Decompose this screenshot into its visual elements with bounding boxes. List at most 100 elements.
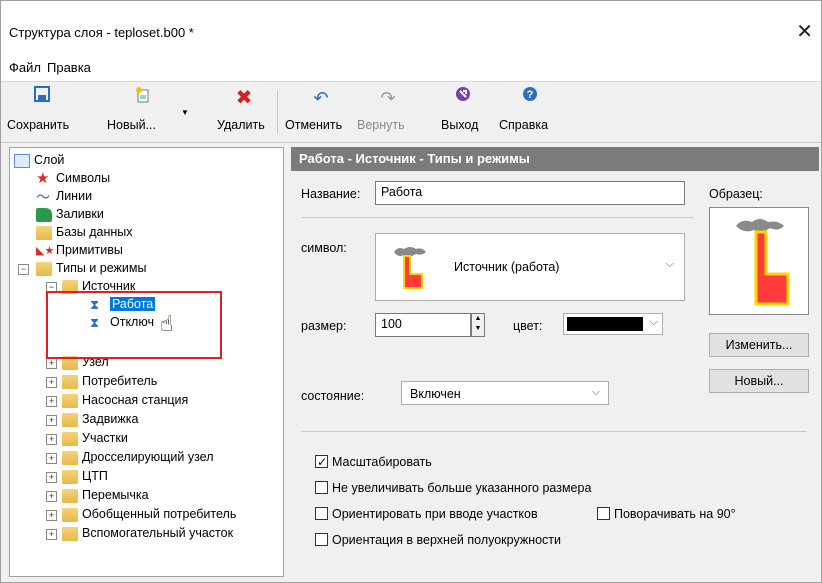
exit-icon (441, 86, 485, 110)
source-symbol-large-icon (736, 219, 790, 306)
tree-item-symbols[interactable]: ★ Символы (36, 168, 110, 188)
help-button[interactable]: ? Справка (499, 86, 561, 138)
save-button[interactable]: Сохранить (7, 86, 77, 138)
checkbox-box (315, 507, 328, 521)
help-icon: ? (499, 86, 561, 110)
orient-upper-checkbox[interactable]: Ориентация в верхней полуокружности (315, 531, 561, 549)
save-icon (7, 86, 77, 110)
folder-filter-icon (62, 488, 78, 503)
new-button[interactable]: Новый... (107, 86, 179, 138)
new-document-icon (107, 86, 179, 110)
properties-panel: Работа - Источник - Типы и режимы Назван… (291, 147, 819, 577)
folder-filter-icon (62, 469, 78, 484)
orient-input-checkbox[interactable]: Ориентировать при вводе участков (315, 505, 538, 523)
expand-node-icon[interactable]: + (46, 358, 57, 369)
checkmark-icon: ✓ (317, 455, 328, 470)
redo-button[interactable]: ↷ Вернуть (357, 86, 419, 138)
tree-item-ctp[interactable]: ЦТП (62, 466, 108, 486)
no-enlarge-checkbox[interactable]: Не увеличивать больше указанного размера (315, 479, 591, 497)
color-select[interactable]: ⌵ (563, 313, 663, 335)
toolbar-separator (277, 90, 278, 134)
tree-item-jumper[interactable]: Перемычка (62, 485, 149, 505)
folder-filter-icon (62, 507, 78, 522)
folder-filter-icon (62, 374, 78, 389)
expand-jumper-icon[interactable]: + (46, 491, 57, 502)
tree-item-consumer[interactable]: Потребитель (62, 371, 157, 391)
state-select[interactable]: Включен ⌵ (401, 381, 609, 405)
size-field[interactable]: 100 (375, 313, 471, 337)
folder-filter-icon (62, 450, 78, 465)
change-button[interactable]: Изменить... (709, 333, 809, 357)
menu-bar: Файл Правка (1, 53, 821, 82)
primitives-icon: ◣★ (36, 244, 55, 257)
folder-line-icon (62, 431, 78, 446)
close-icon[interactable]: ✕ (796, 19, 813, 44)
chevron-down-icon: ⌵ (649, 316, 658, 328)
symbol-select[interactable]: Источник (работа) ⌵ (375, 233, 685, 301)
toolbar: Сохранить Новый... ▼ ✖ Удалить ↶ Отменит… (1, 82, 821, 143)
delete-icon: ✖ (235, 87, 253, 109)
title-bar: Структура слоя - teploset.b00 * ✕ (1, 1, 821, 53)
checkbox-box (315, 481, 328, 495)
color-label: цвет: (513, 319, 543, 333)
exit-button[interactable]: Выход (441, 86, 485, 138)
collapse-types-icon[interactable]: − (18, 264, 29, 275)
tree-item-fills[interactable]: Заливки (36, 204, 104, 224)
expand-sections-icon[interactable]: + (46, 434, 57, 445)
dropdown-arrow-icon[interactable]: ▼ (181, 108, 189, 117)
database-icon (36, 225, 52, 240)
tree-item-pump[interactable]: Насосная станция (62, 390, 188, 410)
tree-item-aux-section[interactable]: Вспомогательный участок (62, 523, 233, 543)
symbol-value: Источник (работа) (454, 260, 560, 274)
new-sample-button[interactable]: Новый... (709, 369, 809, 393)
layer-tree[interactable]: Слой ★ Символы 〜 Линии Заливки Базы данных… (9, 147, 284, 577)
tree-item-primitives[interactable]: ◣★ Примитивы (36, 240, 123, 260)
scale-checkbox[interactable]: ✓ Масштабировать (315, 453, 432, 471)
redo-icon: ↷ (380, 88, 396, 108)
highlight-box (46, 291, 222, 359)
tree-item-valve[interactable]: Задвижка (62, 409, 138, 429)
state-value: Включен (410, 387, 461, 401)
folder-filter-icon (62, 412, 78, 427)
tree-item-general-consumer[interactable]: Обобщенный потребитель (62, 504, 236, 524)
chevron-down-icon: ⌵ (665, 258, 674, 270)
checkbox-box (597, 507, 610, 521)
menu-file[interactable]: Файл (9, 60, 41, 75)
divider (301, 431, 807, 432)
tree-item-types[interactable]: Типы и режимы (36, 258, 146, 278)
name-label: Название: (301, 187, 361, 201)
expand-aux-section-icon[interactable]: + (46, 529, 57, 540)
layer-icon (14, 153, 30, 168)
name-field[interactable]: Работа (375, 181, 685, 205)
menu-edit[interactable]: Правка (47, 60, 91, 75)
expand-valve-icon[interactable]: + (46, 415, 57, 426)
window-title: Структура слоя - teploset.b00 * (9, 25, 194, 40)
folder-line-icon (62, 526, 78, 541)
rotate90-checkbox[interactable]: Поворачивать на 90° (597, 505, 736, 523)
state-label: состояние: (301, 389, 365, 403)
expand-consumer-icon[interactable]: + (46, 377, 57, 388)
tree-item-throttle[interactable]: Дросселирующий узел (62, 447, 214, 467)
expand-ctp-icon[interactable]: + (46, 472, 57, 483)
expand-general-consumer-icon[interactable]: + (46, 510, 57, 521)
tree-item-layer[interactable]: Слой (14, 150, 64, 170)
checkbox-box: ✓ (315, 455, 328, 470)
expand-pump-icon[interactable]: + (46, 396, 57, 407)
tree-item-databases[interactable]: Базы данных (36, 222, 133, 242)
svg-text:?: ? (527, 89, 534, 101)
divider (301, 217, 693, 218)
star-icon: ★ (36, 169, 50, 187)
fill-icon (36, 207, 52, 222)
tree-item-sections[interactable]: Участки (62, 428, 128, 448)
size-stepper[interactable]: ▲ ▼ (471, 313, 485, 337)
delete-button[interactable]: ✖ Удалить (217, 86, 271, 138)
expand-throttle-icon[interactable]: + (46, 453, 57, 464)
folder-filter-icon (62, 393, 78, 408)
size-label: размер: (301, 319, 347, 333)
undo-icon: ↶ (313, 88, 329, 108)
tree-item-lines[interactable]: 〜 Линии (36, 186, 92, 206)
undo-button[interactable]: ↶ Отменить (285, 86, 357, 138)
source-symbol-icon (394, 247, 426, 289)
chevron-down-icon: ⌵ (591, 386, 600, 398)
symbol-label: символ: (301, 241, 347, 255)
